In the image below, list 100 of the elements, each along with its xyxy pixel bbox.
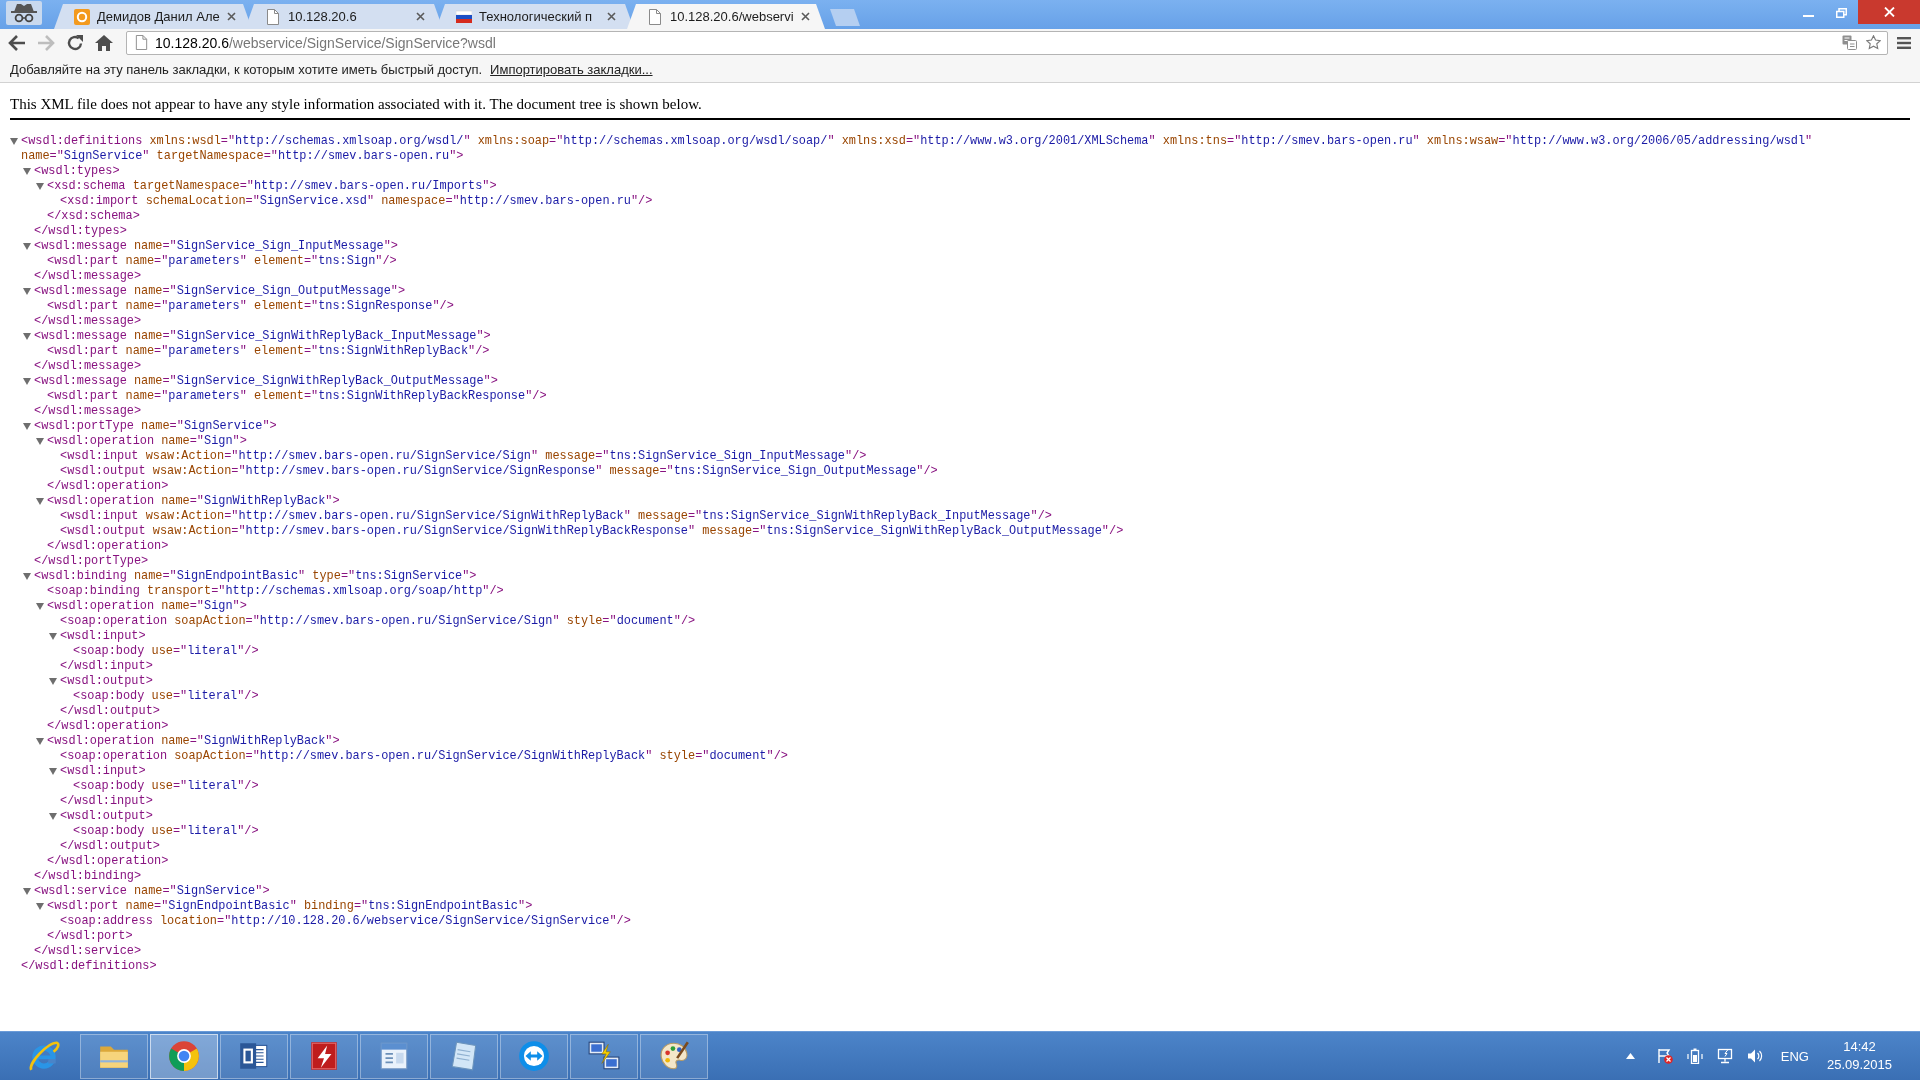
translate-icon[interactable] bbox=[1842, 35, 1857, 50]
close-icon[interactable] bbox=[607, 12, 616, 21]
xml-start-tag: <wsdl:output> bbox=[60, 674, 153, 689]
up-triangle-icon[interactable] bbox=[1625, 1053, 1635, 1059]
taskbar-button[interactable] bbox=[570, 1033, 638, 1079]
xml-element: <wsdl:part name="parameters" element="tns:SignWithReplyBackResponse"/> bbox=[47, 389, 547, 404]
menu-icon[interactable] bbox=[1896, 35, 1912, 50]
network-monitor-icon[interactable] bbox=[1716, 1048, 1733, 1064]
xml-end-tag: </wsdl:portType> bbox=[34, 554, 149, 569]
disclosure-triangle-icon[interactable] bbox=[36, 438, 44, 445]
xml-end-tag: </wsdl:port> bbox=[47, 929, 133, 944]
xml-element: <wsdl:output wsaw:Action="http://smev.bars-open.ru/SignService/SignWithReplyBackResponse" message="tns:SignService_SignWithReplyBack_OutputMessage"/> bbox=[60, 524, 1124, 539]
disclosure-triangle-icon[interactable] bbox=[10, 138, 18, 145]
xml-element: <soap:address location="http://10.128.20.6/webservice/SignService/SignService"/> bbox=[60, 914, 631, 929]
page-icon bbox=[647, 8, 663, 25]
e-logo-icon[interactable] bbox=[27, 1039, 61, 1073]
xml-element: <wsdl:part name="parameters" element="tns:SignResponse"/> bbox=[47, 299, 454, 314]
taskbar-button[interactable] bbox=[500, 1033, 568, 1079]
double-arrow-circle-icon[interactable] bbox=[517, 1039, 551, 1073]
taskbar-button[interactable] bbox=[220, 1033, 288, 1079]
disclosure-triangle-icon[interactable] bbox=[49, 633, 57, 640]
xml-start-tag: <wsdl:definitions xmlns:wsdl="http://schemas.xmlsoap.org/wsdl/" xmlns:soap="http://schemas.xmlsoap.org/wsdl/soap/" xmlns:xsd="http://www.w3.org/2001/XMLSchema" xmlns:tns="http://smev.bars-open.ru" xmlns:wsaw="http://www.w3.org/2006/05/addressing/wsdl" name="SignService" targetNamespace="http://smev.bars-open.ru"> bbox=[21, 134, 1910, 164]
xml-start-tag: <wsdl:message name="SignService_Sign_OutputMessage"> bbox=[34, 284, 406, 299]
xml-start-tag: <wsdl:message name="SignService_Sign_InputMessage"> bbox=[34, 239, 398, 254]
xml-end-tag: </wsdl:message> bbox=[34, 359, 142, 374]
xml-element: <xsd:import schemaLocation="SignService.xsd" namespace="http://smev.bars-open.ru"/> bbox=[60, 194, 653, 209]
xml-start-tag: <wsdl:message name="SignService_SignWithReplyBack_OutputMessage"> bbox=[34, 374, 498, 389]
xml-element: <soap:operation soapAction="http://smev.bars-open.ru/SignService/SignWithReplyBack" style="document"/> bbox=[60, 749, 788, 764]
browser-tab[interactable]: 10.128.20.6/webservi bbox=[627, 4, 825, 29]
disclosure-triangle-icon[interactable] bbox=[23, 573, 31, 580]
xml-element: <wsdl:input wsaw:Action="http://smev.bars-open.ru/SignService/SignWithReplyBack" message="tns:SignService_SignWithReplyBack_InputMessage"/> bbox=[60, 509, 1052, 524]
hat-glasses-icon[interactable] bbox=[6, 1, 42, 25]
address-field[interactable]: 10.128.20.6/webservice/SignService/SignService?wsdl bbox=[126, 30, 1888, 55]
xml-element: <soap:binding transport="http://schemas.xmlsoap.org/soap/http"/> bbox=[47, 584, 504, 599]
clock[interactable]: 14:42 25.09.2015 bbox=[1826, 1038, 1892, 1074]
reload-icon[interactable] bbox=[65, 33, 84, 52]
bookmarks-bar-hint: Добавляйте на эту панель закладки, к которым хотите иметь быстрый доступ. bbox=[10, 61, 483, 77]
xml-start-tag: <wsdl:operation name="SignWithReplyBack"> bbox=[47, 494, 340, 509]
xml-start-tag: <wsdl:types> bbox=[34, 164, 120, 179]
xml-end-tag: </xsd:schema> bbox=[47, 209, 140, 224]
disclosure-triangle-icon[interactable] bbox=[23, 378, 31, 385]
xml-element: <wsdl:input wsaw:Action="http://smev.bars-open.ru/SignService/Sign" message="tns:SignService_Sign_InputMessage"/> bbox=[60, 449, 867, 464]
xml-end-tag: </wsdl:binding> bbox=[34, 869, 142, 884]
taskbar-button[interactable] bbox=[640, 1033, 708, 1079]
ring-tile-icon bbox=[74, 8, 90, 25]
taskbar-button[interactable] bbox=[360, 1033, 428, 1079]
xml-start-tag: <wsdl:operation name="Sign"> bbox=[47, 434, 247, 449]
xml-start-tag: <wsdl:message name="SignService_SignWithReplyBack_InputMessage"> bbox=[34, 329, 491, 344]
page-icon bbox=[134, 35, 149, 50]
close-icon[interactable] bbox=[226, 12, 236, 21]
disclosure-triangle-icon[interactable] bbox=[23, 168, 31, 175]
taskbar-button[interactable] bbox=[290, 1033, 358, 1079]
xml-end-tag: </wsdl:output> bbox=[60, 839, 160, 854]
close-icon[interactable] bbox=[800, 12, 810, 21]
xml-element: <soap:body use="literal"/> bbox=[73, 779, 259, 794]
disclosure-triangle-icon[interactable] bbox=[36, 738, 44, 745]
xml-end-tag: </wsdl:output> bbox=[60, 704, 160, 719]
xml-start-tag: <wsdl:binding name="SignEndpointBasic" type="tns:SignService"> bbox=[34, 569, 477, 584]
xml-start-tag: <wsdl:service name="SignService"> bbox=[34, 884, 270, 899]
xml-end-tag: </wsdl:operation> bbox=[47, 719, 169, 734]
disclosure-triangle-icon[interactable] bbox=[49, 768, 57, 775]
xml-element: <wsdl:output wsaw:Action="http://smev.bars-open.ru/SignService/SignResponse" message="tns:SignService_Sign_OutputMessage"/> bbox=[60, 464, 938, 479]
xml-end-tag: </wsdl:message> bbox=[34, 269, 142, 284]
disclosure-triangle-icon[interactable] bbox=[36, 498, 44, 505]
speaker-icon[interactable] bbox=[1746, 1048, 1763, 1064]
xml-end-tag: </wsdl:operation> bbox=[47, 479, 169, 494]
disclosure-triangle-icon[interactable] bbox=[36, 903, 44, 910]
disclosure-triangle-icon[interactable] bbox=[23, 288, 31, 295]
close-window-button[interactable] bbox=[1858, 0, 1920, 24]
xml-element: <soap:body use="literal"/> bbox=[73, 644, 259, 659]
xml-start-tag: <wsdl:port name="SignEndpointBasic" binding="tns:SignEndpointBasic"> bbox=[47, 899, 533, 914]
back-arrow-icon[interactable] bbox=[7, 33, 26, 52]
flag-error-icon[interactable] bbox=[1656, 1048, 1673, 1064]
xml-start-tag: <wsdl:input> bbox=[60, 764, 146, 779]
battery-icon[interactable] bbox=[1686, 1048, 1703, 1064]
xml-end-tag: </wsdl:message> bbox=[34, 314, 142, 329]
taskbar-button[interactable] bbox=[430, 1033, 498, 1079]
home-icon[interactable] bbox=[94, 33, 113, 52]
disclosure-triangle-icon[interactable] bbox=[36, 183, 44, 190]
xml-end-tag: </wsdl:operation> bbox=[47, 539, 169, 554]
flag-icon bbox=[456, 8, 472, 25]
disclosure-triangle-icon[interactable] bbox=[23, 243, 31, 250]
disclosure-triangle-icon[interactable] bbox=[23, 888, 31, 895]
taskbar-button[interactable] bbox=[150, 1033, 218, 1079]
disclosure-triangle-icon[interactable] bbox=[49, 678, 57, 685]
star-icon[interactable] bbox=[1866, 35, 1881, 50]
disclosure-triangle-icon[interactable] bbox=[23, 333, 31, 340]
xml-element: <soap:operation soapAction="http://smev.bars-open.ru/SignService/Sign" style="document"/> bbox=[60, 614, 696, 629]
xml-start-tag: <wsdl:input> bbox=[60, 629, 146, 644]
import-bookmarks-link[interactable]: Импортировать закладки... bbox=[490, 61, 653, 77]
disclosure-triangle-icon[interactable] bbox=[23, 423, 31, 430]
disclosure-triangle-icon[interactable] bbox=[49, 813, 57, 820]
disclosure-triangle-icon[interactable] bbox=[36, 603, 44, 610]
xml-start-tag: <wsdl:portType name="SignService"> bbox=[34, 419, 277, 434]
chrome-logo-icon[interactable] bbox=[167, 1039, 201, 1073]
xml-end-tag: </wsdl:definitions> bbox=[21, 959, 157, 974]
xml-start-tag: <wsdl:operation name="SignWithReplyBack"> bbox=[47, 734, 340, 749]
close-icon[interactable] bbox=[416, 12, 425, 21]
language-indicator[interactable]: ENG bbox=[1780, 1048, 1809, 1064]
restore-icon[interactable] bbox=[1836, 7, 1847, 18]
